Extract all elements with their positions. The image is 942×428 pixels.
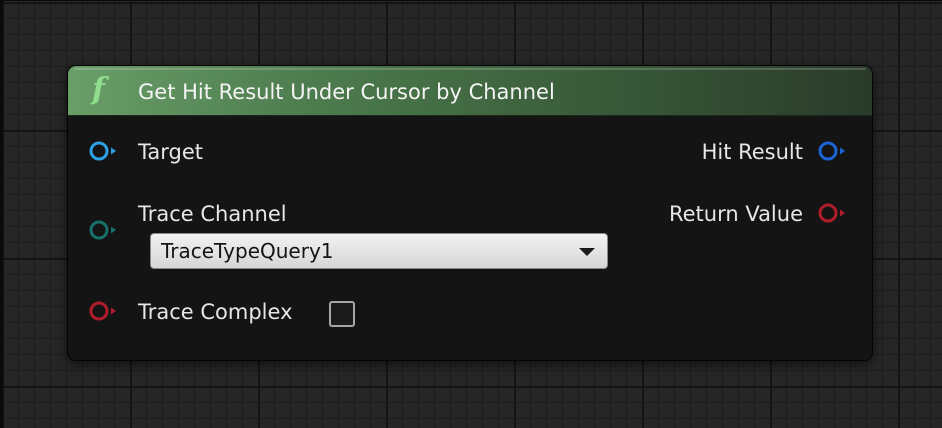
return-value-output-pin[interactable] [817, 202, 847, 224]
function-icon: f [92, 72, 105, 107]
blueprint-node[interactable]: f Get Hit Result Under Cursor by Channel… [67, 65, 873, 361]
node-title: Get Hit Result Under Cursor by Channel [138, 80, 555, 104]
target-pin-icon [89, 141, 116, 161]
node-header[interactable]: f Get Hit Result Under Cursor by Channel [68, 66, 872, 116]
trace-channel-pin-icon [89, 220, 116, 240]
hit-result-output-pin[interactable] [817, 140, 847, 162]
return-value-pin-icon [818, 203, 845, 223]
target-input-pin[interactable] [88, 140, 118, 162]
trace-channel-input-pin[interactable] [88, 219, 118, 241]
return-value-label: Return Value [668, 202, 803, 226]
hit-result-label: Hit Result [701, 140, 803, 164]
trace-complex-pin-icon [89, 301, 116, 321]
target-label: Target [138, 140, 203, 164]
trace-complex-checkbox[interactable] [329, 301, 355, 327]
trace-channel-value: TraceTypeQuery1 [161, 239, 334, 263]
trace-channel-dropdown[interactable]: TraceTypeQuery1 [150, 233, 608, 269]
hit-result-pin-icon [818, 141, 845, 161]
dropdown-arrow-icon [579, 248, 595, 256]
trace-complex-input-pin[interactable] [88, 300, 118, 322]
trace-channel-label: Trace Channel [138, 202, 287, 226]
trace-complex-label: Trace Complex [138, 300, 293, 324]
